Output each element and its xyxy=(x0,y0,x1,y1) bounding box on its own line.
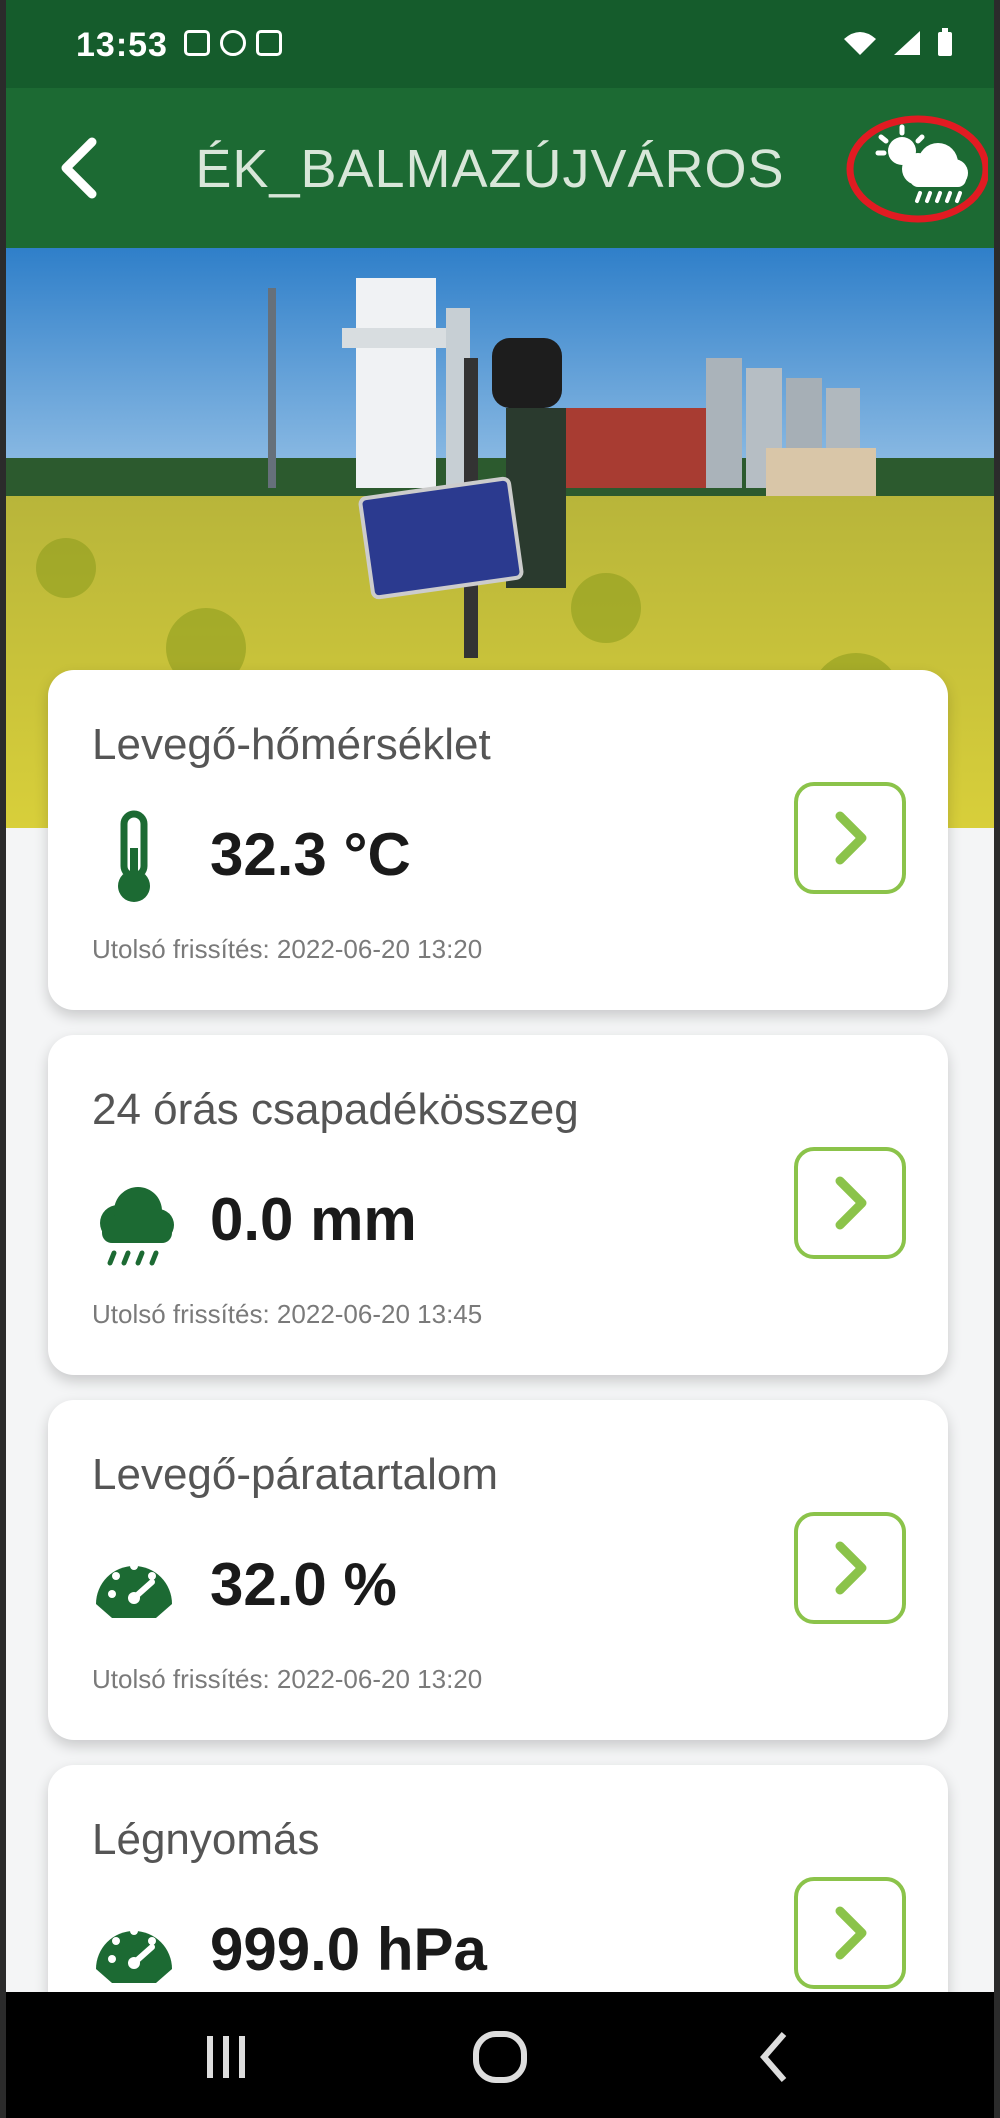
sensor-card-temperature[interactable]: Levegő-hőmérséklet 32.3 °C Utolsó frissí… xyxy=(48,670,948,1010)
battery-icon xyxy=(938,28,952,56)
sensor-label: Levegő-hőmérséklet xyxy=(92,720,491,769)
system-back-button[interactable] xyxy=(736,2022,816,2092)
sensor-label: 24 órás csapadékösszeg xyxy=(92,1085,579,1134)
weather-forecast-button[interactable] xyxy=(840,113,990,223)
details-button[interactable] xyxy=(794,1512,906,1624)
rain-cloud-icon xyxy=(100,1187,174,1266)
details-button[interactable] xyxy=(794,1147,906,1259)
details-button[interactable] xyxy=(794,782,906,894)
status-time: 13:53 xyxy=(76,26,168,64)
sensor-label: Levegő-páratartalom xyxy=(92,1450,499,1499)
chevron-right-icon xyxy=(835,1906,867,1960)
home-icon xyxy=(473,2031,527,2083)
thermometer-icon xyxy=(118,810,150,902)
download-icon xyxy=(256,30,282,56)
last-updated: Utolsó frissítés: 2022-06-20 13:20 xyxy=(92,1664,483,1694)
recent-apps-icon xyxy=(207,2036,245,2078)
signal-icon xyxy=(894,31,920,55)
sensor-card-humidity[interactable]: Levegő-páratartalom 32.0 % Utolsó frissí… xyxy=(48,1400,948,1740)
sensor-value: 999.0 hPa xyxy=(210,1916,487,1983)
chevron-right-icon xyxy=(835,1541,867,1595)
system-navigation-bar xyxy=(6,1992,994,2118)
app-notification-icon xyxy=(220,30,246,56)
recent-apps-button[interactable] xyxy=(186,2022,266,2092)
details-button[interactable] xyxy=(794,1877,906,1989)
wifi-icon xyxy=(844,32,876,55)
notification-icons xyxy=(184,30,282,56)
sensor-value: 32.3 °C xyxy=(210,821,411,888)
last-updated: Utolsó frissítés: 2022-06-20 13:45 xyxy=(92,1299,483,1329)
chevron-right-icon xyxy=(835,811,867,865)
system-icons xyxy=(842,28,954,58)
gauge-icon xyxy=(96,1927,172,1983)
sensor-label: Légnyomás xyxy=(92,1815,320,1864)
home-button[interactable] xyxy=(460,2022,540,2092)
phone-screen: 13:53 ÉK_BALMAZÚJVÁROS Levegő-hőmérsékle… xyxy=(6,0,994,2118)
sun-rain-cloud-icon xyxy=(846,115,990,223)
last-updated: Utolsó frissítés: 2022-06-20 13:20 xyxy=(92,934,483,964)
app-bar: ÉK_BALMAZÚJVÁROS xyxy=(6,88,994,248)
chevron-left-icon xyxy=(61,137,97,199)
gallery-icon xyxy=(184,30,210,56)
sensor-value: 32.0 % xyxy=(210,1551,397,1618)
back-arrow-icon xyxy=(760,2032,787,2082)
chevron-right-icon xyxy=(835,1176,867,1230)
sensor-card-precipitation[interactable]: 24 órás csapadékösszeg 0.0 mm Utolsó fri… xyxy=(48,1035,948,1375)
sensor-value: 0.0 mm xyxy=(210,1186,417,1253)
station-title: ÉK_BALMAZÚJVÁROS xyxy=(195,139,785,199)
gauge-icon xyxy=(96,1562,172,1618)
back-button[interactable] xyxy=(52,128,112,208)
status-bar: 13:53 xyxy=(6,0,994,88)
